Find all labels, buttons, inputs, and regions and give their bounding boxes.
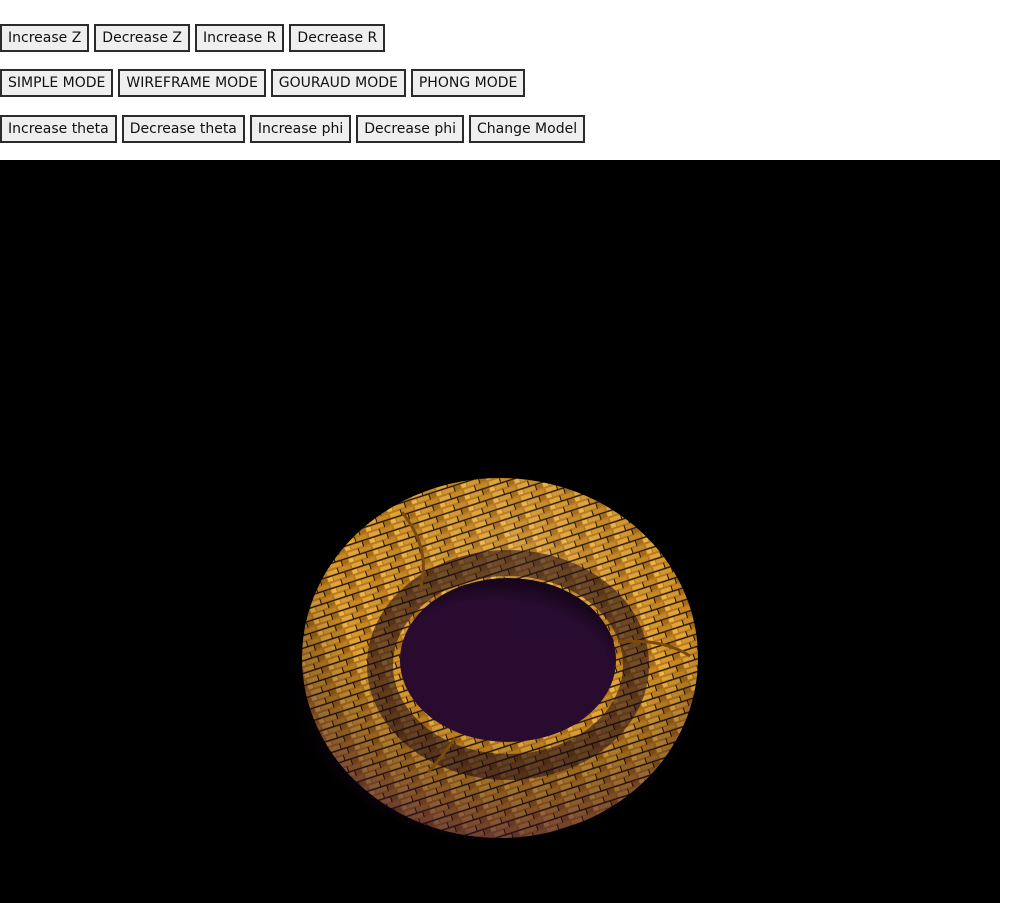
increase-theta-button[interactable]: Increase theta [0,115,117,143]
torus-model [280,460,720,860]
increase-z-button[interactable]: Increase Z [0,24,90,52]
decrease-z-button[interactable]: Decrease Z [94,24,190,52]
phong-mode-button[interactable]: PHONG MODE [410,69,526,97]
torus-render [280,460,720,860]
camera-controls-row: Increase Z Decrease Z Increase R Decreas… [0,24,386,52]
webgl-canvas[interactable] [0,160,1000,903]
light-controls-row: Increase theta Decrease theta Increase p… [0,115,586,143]
increase-phi-button[interactable]: Increase phi [249,115,352,143]
gouraud-mode-button[interactable]: GOURAUD MODE [270,69,406,97]
render-mode-row: SIMPLE MODE WIREFRAME MODE GOURAUD MODE … [0,69,526,97]
change-model-button[interactable]: Change Model [469,115,586,143]
decrease-theta-button[interactable]: Decrease theta [121,115,245,143]
increase-r-button[interactable]: Increase R [194,24,285,52]
simple-mode-button[interactable]: SIMPLE MODE [0,69,114,97]
decrease-r-button[interactable]: Decrease R [289,24,386,52]
decrease-phi-button[interactable]: Decrease phi [356,115,464,143]
wireframe-mode-button[interactable]: WIREFRAME MODE [118,69,266,97]
